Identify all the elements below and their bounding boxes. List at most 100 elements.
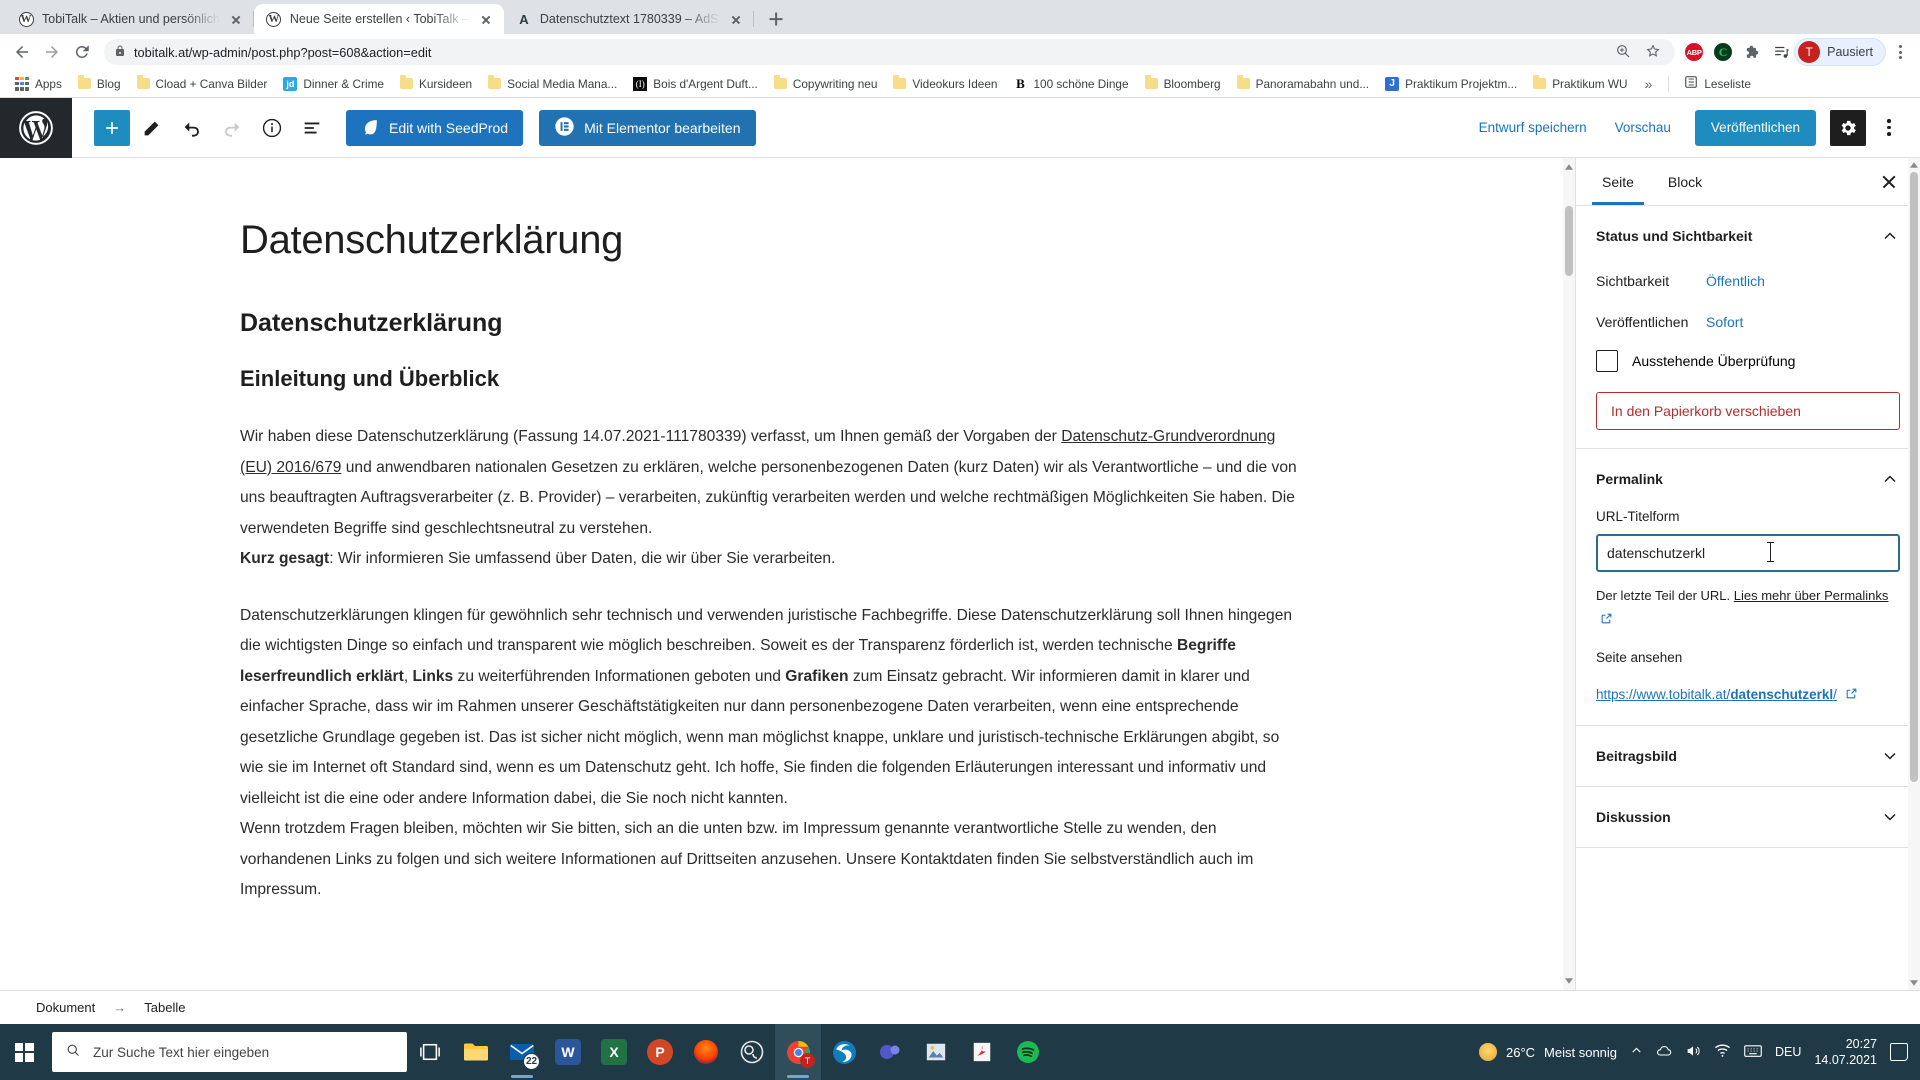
excel-icon[interactable]: X [591,1024,637,1080]
zoom-icon[interactable] [1615,43,1631,62]
panel-header[interactable]: Diskussion [1596,787,1900,847]
details-info-button[interactable] [254,110,290,146]
chevron-down-icon[interactable] [1880,807,1900,827]
bookmark-cload-canva[interactable]: Cload + Canva Bilder [130,74,275,94]
bookmark-star-icon[interactable] [1645,43,1661,62]
bookmark-blog[interactable]: Blog [71,74,128,94]
reading-list-button[interactable]: Leseliste [1677,72,1758,95]
redo-button[interactable] [214,110,250,146]
slug-input[interactable]: datenschutzerkl [1596,534,1900,572]
scroll-up-icon[interactable] [1563,160,1575,174]
scroll-down-icon[interactable] [1563,974,1575,988]
notifications-icon[interactable] [1890,1043,1908,1061]
bookmark-social-media[interactable]: Social Media Mana... [481,74,624,94]
add-block-button[interactable] [94,109,130,146]
canvas-scrollbar[interactable] [1563,158,1575,990]
save-draft-button[interactable]: Entwurf speichern [1467,112,1599,143]
edge-icon[interactable] [821,1024,867,1080]
file-explorer-icon[interactable] [453,1024,499,1080]
panel-header[interactable]: Status und Sichtbarkeit [1596,206,1900,266]
chevron-up-icon[interactable] [1880,226,1900,246]
move-to-trash-button[interactable]: In den Papierkorb verschieben [1596,392,1900,430]
paragraph-block-2[interactable]: Datenschutzerklärungen klingen für gewöh… [240,601,1300,906]
sidebar-scrollbar[interactable] [1908,158,1920,990]
language-indicator[interactable]: DEU [1775,1045,1801,1059]
chevron-down-icon[interactable] [1880,746,1900,766]
scroll-down-icon[interactable] [1908,976,1920,990]
onedrive-icon[interactable] [1656,1043,1672,1062]
bookmark-copywriting[interactable]: Copywriting neu [767,74,885,94]
bookmark-panoramabahn[interactable]: Panoramabahn und... [1230,74,1376,94]
permalink-url-link[interactable]: https://www.tobitalk.at/datenschutzerkl/ [1596,687,1837,702]
powerpoint-icon[interactable]: P [637,1024,683,1080]
obs-icon[interactable] [729,1024,775,1080]
teams-icon[interactable] [867,1024,913,1080]
bookmark-videokurs[interactable]: Videokurs Ideen [886,74,1004,94]
bookmark-praktikum-projektm[interactable]: J Praktikum Projektm... [1378,74,1524,94]
close-icon[interactable] [728,11,744,27]
breadcrumb-item-table[interactable]: Tabelle [138,997,191,1018]
bookmark-apps[interactable]: Apps [8,74,69,94]
editor-more-menu-button[interactable] [1874,110,1904,146]
post-title[interactable]: Datenschutzerklärung [240,218,1300,263]
visibility-value-button[interactable]: Öffentlich [1706,273,1765,289]
bookmarks-overflow-button[interactable]: » [1637,76,1661,92]
panel-header[interactable]: Beitragsbild [1596,726,1900,786]
publish-value-button[interactable]: Sofort [1706,314,1743,330]
new-tab-button[interactable] [762,5,790,33]
editor-canvas[interactable]: Datenschutzerklärung Datenschutzerklärun… [0,158,1575,990]
back-button[interactable] [8,38,36,66]
task-view-icon[interactable] [407,1024,453,1080]
taskbar-search-input[interactable]: Zur Suche Text hier eingeben [52,1032,407,1072]
spotify-icon[interactable] [1005,1024,1051,1080]
close-icon[interactable] [478,11,494,27]
bookmark-dinner-crime[interactable]: jd Dinner & Crime [276,74,391,94]
reload-button[interactable] [68,38,96,66]
acrobat-icon[interactable] [959,1024,1005,1080]
close-icon[interactable] [228,11,244,27]
panel-featured-image[interactable]: Beitragsbild [1576,726,1920,787]
panel-discussion[interactable]: Diskussion [1576,787,1920,848]
preview-button[interactable]: Vorschau [1603,112,1683,143]
paragraph-block-1[interactable]: Wir haben diese Datenschutzerklärung (Fa… [240,422,1300,575]
breadcrumb-item-document[interactable]: Dokument [30,997,101,1018]
photo-icon[interactable] [913,1024,959,1080]
keyboard-icon[interactable] [1744,1044,1762,1061]
edit-with-seedprod-button[interactable]: Edit with SeedProd [346,109,524,146]
clock[interactable]: 20:27 14.07.2021 [1814,1036,1877,1068]
chrome-menu-button[interactable] [1888,40,1912,64]
browser-tab-1[interactable]: W TobiTalk – Aktien und persönlich [6,4,254,34]
tab-block[interactable]: Block [1658,160,1712,204]
volume-icon[interactable] [1685,1043,1701,1062]
heading-block-1[interactable]: Datenschutzerklärung [240,309,1300,338]
app-icon[interactable] [683,1024,729,1080]
browser-tab-3[interactable]: A Datenschutztext 1780339 – AdSi [503,4,754,34]
chrome-icon[interactable]: T [775,1024,821,1080]
forward-button[interactable] [38,38,66,66]
edit-with-elementor-button[interactable]: Mit Elementor bearbeiten [539,109,756,146]
panel-header[interactable]: Permalink [1596,449,1900,509]
weather-widget[interactable]: 26°C Meist sonnig [1479,1043,1617,1061]
list-view-button[interactable] [294,110,330,146]
bookmark-bois-dargent[interactable]: (I) Bois d'Argent Duft... [626,74,765,94]
c-icon[interactable]: C [1712,41,1734,63]
mail-icon[interactable]: 22 [499,1024,545,1080]
checkbox[interactable] [1596,350,1618,372]
bookmark-bloomberg[interactable]: Bloomberg [1138,74,1228,94]
bookmark-100-schoene-dinge[interactable]: B 100 schöne Dinge [1006,74,1135,94]
settings-gear-icon[interactable] [1830,109,1866,146]
bookmark-praktikum-wu[interactable]: Praktikum WU [1526,74,1634,94]
scroll-up-icon[interactable] [1908,158,1920,172]
reading-list-icon[interactable] [1770,41,1792,63]
heading-block-2[interactable]: Einleitung und Überblick [240,366,1300,392]
wordpress-logo-icon[interactable] [0,97,72,158]
puzzle-extensions-icon[interactable] [1741,41,1763,63]
pending-review-checkbox-row[interactable]: Ausstehende Überprüfung [1596,348,1900,392]
profile-button[interactable]: T Pausiert [1794,38,1886,66]
address-bar[interactable]: tobitalk.at/wp-admin/post.php?post=608&a… [104,39,1676,65]
undo-button[interactable] [174,110,210,146]
start-button[interactable] [0,1024,48,1080]
close-sidebar-icon[interactable] [1874,167,1904,197]
scrollbar-thumb[interactable] [1565,206,1573,276]
abp-icon[interactable]: ABP [1683,41,1705,63]
